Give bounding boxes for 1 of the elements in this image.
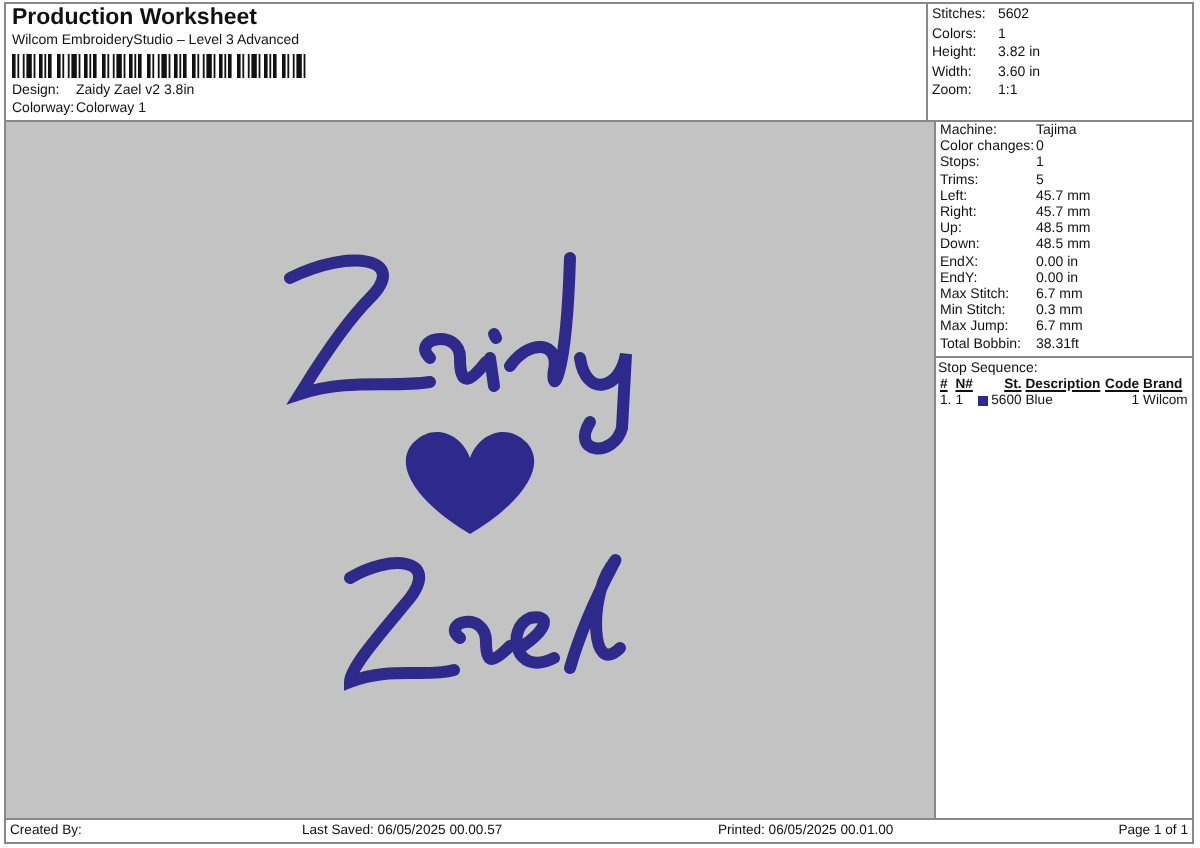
page-title: Production Worksheet	[12, 6, 259, 32]
